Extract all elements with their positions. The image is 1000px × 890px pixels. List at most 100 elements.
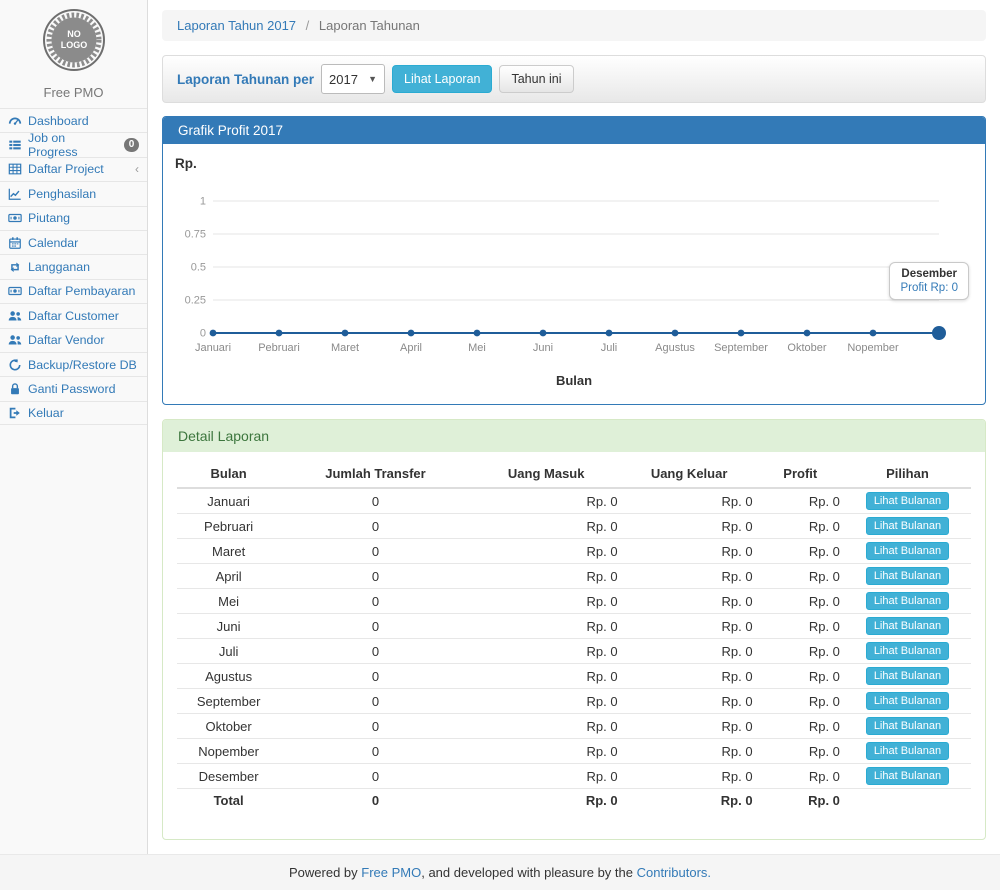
list-icon bbox=[8, 138, 22, 152]
lihat-bulanan-button[interactable]: Lihat Bulanan bbox=[866, 592, 949, 610]
table-action-cell: Lihat Bulanan bbox=[844, 564, 971, 589]
chart-point-juni[interactable] bbox=[540, 330, 547, 337]
detail-table: BulanJumlah TransferUang MasukUang Kelua… bbox=[177, 460, 971, 813]
table-cell: Rp. 0 bbox=[471, 764, 622, 789]
sidebar-item-calendar[interactable]: Calendar bbox=[0, 230, 147, 254]
sidebar-item-dashboard[interactable]: Dashboard bbox=[0, 108, 147, 132]
table-cell: Rp. 0 bbox=[622, 664, 757, 689]
table-action-cell: Lihat Bulanan bbox=[844, 764, 971, 789]
svg-text:Agustus: Agustus bbox=[655, 342, 695, 354]
table-cell: Rp. 0 bbox=[622, 764, 757, 789]
detail-panel: Detail Laporan BulanJumlah TransferUang … bbox=[162, 419, 986, 840]
chart-x-axis-title: Bulan bbox=[171, 373, 977, 394]
year-select-value: 2017 bbox=[329, 72, 358, 87]
chart-point-juli[interactable] bbox=[606, 330, 613, 337]
table-cell: Desember bbox=[177, 764, 280, 789]
sidebar-item-label: Calendar bbox=[28, 236, 78, 250]
table-cell: 0 bbox=[280, 664, 471, 689]
sidebar-item-ganti-password[interactable]: Ganti Password bbox=[0, 376, 147, 400]
sidebar-item-backup-restore-db[interactable]: Backup/Restore DB bbox=[0, 352, 147, 376]
table-cell: Rp. 0 bbox=[471, 564, 622, 589]
footer-contributors-link[interactable]: Contributors. bbox=[637, 865, 711, 880]
lihat-bulanan-button[interactable]: Lihat Bulanan bbox=[866, 742, 949, 760]
sidebar-item-label: Penghasilan bbox=[28, 187, 96, 201]
sidebar-item-penghasilan[interactable]: Penghasilan bbox=[0, 181, 147, 205]
svg-text:Nopember: Nopember bbox=[847, 342, 899, 354]
sidebar-item-langganan[interactable]: Langganan bbox=[0, 254, 147, 278]
chart-point-pebruari[interactable] bbox=[276, 330, 283, 337]
svg-text:0.25: 0.25 bbox=[185, 295, 206, 307]
table-cell: Rp. 0 bbox=[622, 564, 757, 589]
caret-down-icon: ▼ bbox=[368, 74, 377, 84]
table-cell: Maret bbox=[177, 539, 280, 564]
profit-line-chart: 10.750.50.250JanuariPebruariMaretAprilMe… bbox=[171, 173, 977, 371]
retweet-icon bbox=[8, 260, 22, 274]
table-cell: 0 bbox=[280, 764, 471, 789]
table-cell: Rp. 0 bbox=[757, 539, 844, 564]
table-cell: Rp. 0 bbox=[471, 539, 622, 564]
dashboard-icon bbox=[8, 114, 22, 128]
table-cell: Oktober bbox=[177, 714, 280, 739]
sidebar-item-label: Langganan bbox=[28, 260, 90, 274]
tahun-ini-button[interactable]: Tahun ini bbox=[499, 65, 573, 93]
lihat-bulanan-button[interactable]: Lihat Bulanan bbox=[866, 492, 949, 510]
svg-text:September: September bbox=[714, 342, 768, 354]
table-cell: Rp. 0 bbox=[622, 689, 757, 714]
sidebar-item-daftar-customer[interactable]: Daftar Customer bbox=[0, 303, 147, 327]
table-action-cell: Lihat Bulanan bbox=[844, 689, 971, 714]
lihat-laporan-button[interactable]: Lihat Laporan bbox=[392, 65, 492, 93]
lihat-bulanan-button[interactable]: Lihat Bulanan bbox=[866, 642, 949, 660]
svg-text:Juni: Juni bbox=[533, 342, 553, 354]
sidebar-item-daftar-pembayaran[interactable]: Daftar Pembayaran bbox=[0, 279, 147, 303]
sidebar-item-piutang[interactable]: Piutang bbox=[0, 206, 147, 230]
lihat-bulanan-button[interactable]: Lihat Bulanan bbox=[866, 692, 949, 710]
table-cell: September bbox=[177, 689, 280, 714]
chart-point-agustus[interactable] bbox=[672, 330, 679, 337]
breadcrumb-link[interactable]: Laporan Tahun 2017 bbox=[177, 18, 296, 33]
breadcrumb-separator: / bbox=[306, 18, 310, 33]
chart-point-september[interactable] bbox=[738, 330, 745, 337]
table-cell: Rp. 0 bbox=[622, 589, 757, 614]
money-icon bbox=[8, 211, 22, 225]
lihat-bulanan-button[interactable]: Lihat Bulanan bbox=[866, 567, 949, 585]
lihat-bulanan-button[interactable]: Lihat Bulanan bbox=[866, 717, 949, 735]
sidebar-item-keluar[interactable]: Keluar bbox=[0, 401, 147, 425]
table-cell: Rp. 0 bbox=[757, 739, 844, 764]
footer: Powered by Free PMO, and developed with … bbox=[0, 854, 1000, 890]
sidebar-item-job-on-progress[interactable]: Job on Progress0 bbox=[0, 132, 147, 156]
chart-point-maret[interactable] bbox=[342, 330, 349, 337]
sidebar-item-daftar-project[interactable]: Daftar Project‹ bbox=[0, 157, 147, 181]
lihat-bulanan-button[interactable]: Lihat Bulanan bbox=[866, 767, 949, 785]
table-cell: 0 bbox=[280, 514, 471, 539]
chart-point-mei[interactable] bbox=[474, 330, 481, 337]
chart-point-april[interactable] bbox=[408, 330, 415, 337]
table-cell: Rp. 0 bbox=[757, 514, 844, 539]
chart-line-icon bbox=[8, 187, 22, 201]
lihat-bulanan-button[interactable]: Lihat Bulanan bbox=[866, 617, 949, 635]
filter-bar: Laporan Tahunan per 2017 ▼ Lihat Laporan… bbox=[162, 55, 986, 103]
column-header: Uang Keluar bbox=[622, 460, 757, 488]
chart-point-oktober[interactable] bbox=[804, 330, 811, 337]
table-row: Pebruari0Rp. 0Rp. 0Rp. 0Lihat Bulanan bbox=[177, 514, 971, 539]
lihat-bulanan-button[interactable]: Lihat Bulanan bbox=[866, 667, 949, 685]
table-total-row: Total0Rp. 0Rp. 0Rp. 0 bbox=[177, 789, 971, 813]
lihat-bulanan-button[interactable]: Lihat Bulanan bbox=[866, 542, 949, 560]
svg-text:LOGO: LOGO bbox=[60, 40, 87, 50]
sidebar-item-daftar-vendor[interactable]: Daftar Vendor bbox=[0, 328, 147, 352]
column-header: Jumlah Transfer bbox=[280, 460, 471, 488]
chart-point-januari[interactable] bbox=[210, 330, 217, 337]
chart-point-desember[interactable] bbox=[932, 326, 946, 340]
table-cell: Mei bbox=[177, 589, 280, 614]
footer-brand-link[interactable]: Free PMO bbox=[361, 865, 421, 880]
table-cell: Rp. 0 bbox=[622, 488, 757, 514]
sidebar-item-label: Backup/Restore DB bbox=[28, 358, 137, 372]
table-cell: Rp. 0 bbox=[757, 488, 844, 514]
chart-point-nopember[interactable] bbox=[870, 330, 877, 337]
table-row: April0Rp. 0Rp. 0Rp. 0Lihat Bulanan bbox=[177, 564, 971, 589]
year-select[interactable]: 2017 ▼ bbox=[321, 64, 385, 94]
table-cell: Rp. 0 bbox=[757, 564, 844, 589]
table-cell: Rp. 0 bbox=[622, 614, 757, 639]
lihat-bulanan-button[interactable]: Lihat Bulanan bbox=[866, 517, 949, 535]
sidebar-item-label: Daftar Project bbox=[28, 162, 104, 176]
chart-tooltip-value: Profit Rp: 0 bbox=[900, 282, 958, 294]
